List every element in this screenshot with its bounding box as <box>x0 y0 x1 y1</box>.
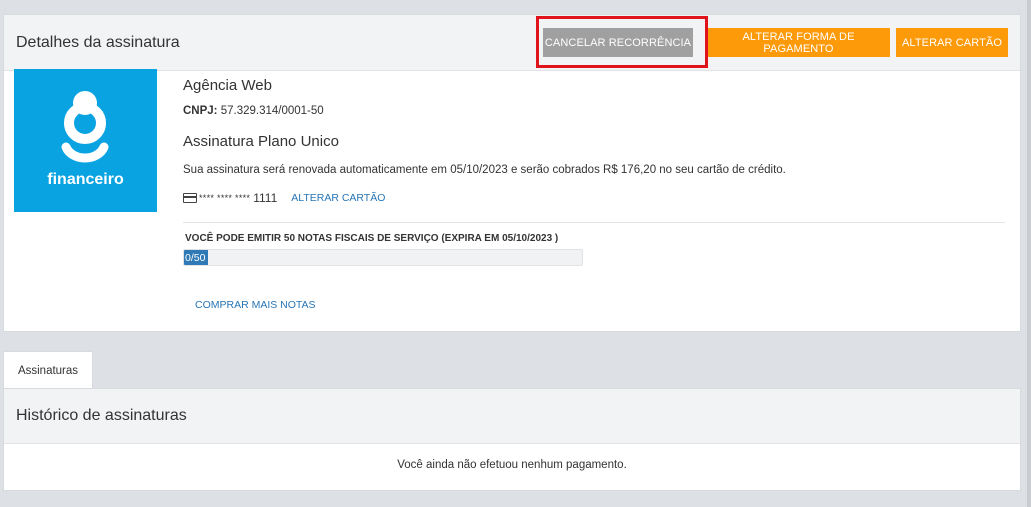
change-card-link[interactable]: ALTERAR CARTÃO <box>291 192 385 204</box>
renewal-text: Sua assinatura será renovada automaticam… <box>183 164 786 176</box>
history-panel: Histórico de assinaturas Você ainda não … <box>3 388 1021 491</box>
tab-assinaturas[interactable]: Assinaturas <box>3 351 93 389</box>
cnpj-line: CNPJ: 57.329.314/0001-50 <box>183 105 324 117</box>
notes-progress-text: 0/50 <box>185 252 206 264</box>
cnpj-label: CNPJ: <box>183 105 218 117</box>
credit-card-icon <box>183 193 197 203</box>
card-row: **** **** **** 1111 ALTERAR CARTÃO <box>183 191 385 205</box>
panel-title: Detalhes da assinatura <box>16 34 180 51</box>
history-header: Histórico de assinaturas <box>4 389 1020 444</box>
history-title: Histórico de assinaturas <box>16 407 187 424</box>
change-payment-method-button[interactable]: ALTERAR FORMA DE PAGAMENTO <box>707 28 890 57</box>
financeiro-logo: financeiro <box>14 69 157 212</box>
divider <box>183 222 1005 223</box>
notes-progress-bar: 0/50 <box>183 249 583 266</box>
card-masked-number: **** **** **** <box>199 193 251 203</box>
change-card-button[interactable]: ALTERAR CARTÃO <box>896 28 1008 57</box>
subscription-info: Agência Web CNPJ: 57.329.314/0001-50 Ass… <box>183 77 786 205</box>
buy-more-notes-link[interactable]: COMPRAR MAIS NOTAS <box>195 299 316 311</box>
empty-history-message: Você ainda não efetuou nenhum pagamento. <box>397 459 627 471</box>
cancel-recurrence-button[interactable]: CANCELAR RECORRÊNCIA <box>543 28 693 57</box>
logo-wordmark: financeiro <box>47 171 124 188</box>
notes-quota-label: VOCÊ PODE EMITIR 50 NOTAS FISCAIS DE SER… <box>185 233 559 244</box>
plan-name: Assinatura Plano Unico <box>183 133 339 150</box>
logo-g-icon <box>61 91 109 163</box>
cnpj-value: 57.329.314/0001-50 <box>217 105 324 117</box>
company-name: Agência Web <box>183 77 272 94</box>
scrollbar[interactable] <box>1027 0 1031 507</box>
card-last-digits: 1111 <box>253 191 278 205</box>
subscription-details-header: Detalhes da assinatura CANCELAR RECORRÊN… <box>4 15 1020 71</box>
